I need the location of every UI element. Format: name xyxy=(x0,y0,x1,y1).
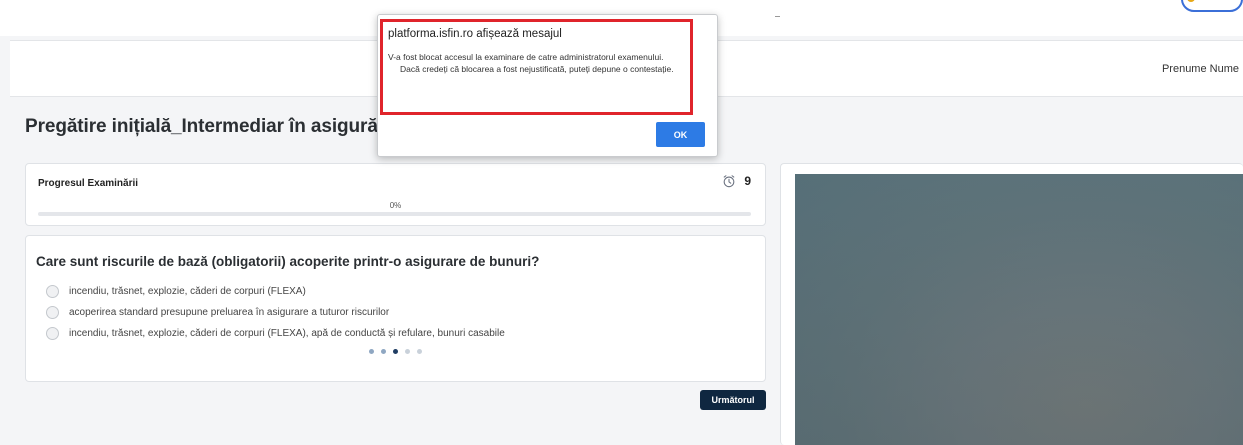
dialog-message-line: V-a fost blocat accesul la examinare de … xyxy=(388,52,664,62)
question-pagination xyxy=(26,349,765,354)
profile-button[interactable] xyxy=(1181,0,1243,12)
alert-dialog: platforma.isfin.ro afișează mesajul V-a … xyxy=(377,14,718,157)
answer-option-label: incendiu, trăsnet, explozie, căderi de c… xyxy=(69,286,306,297)
dialog-message: V-a fost blocat accesul la examinare de … xyxy=(388,52,684,75)
radio-button[interactable] xyxy=(46,306,59,319)
webcam-feed xyxy=(795,174,1243,445)
question-text: Care sunt riscurile de bază (obligatorii… xyxy=(36,254,540,269)
progress-percent: 0% xyxy=(389,201,402,210)
profile-icon xyxy=(1187,0,1195,2)
dialog-message-line: Dacă credeți că blocarea a fost nejustif… xyxy=(400,63,674,74)
answer-options: incendiu, trăsnet, explozie, căderi de c… xyxy=(46,281,505,344)
page-title: Pregătire inițială_Intermediar în asigur… xyxy=(25,116,391,137)
pagination-dot-active[interactable] xyxy=(393,349,398,354)
progress-card: Progresul Examinării 9 0% xyxy=(25,163,766,226)
timer: 9 xyxy=(722,174,751,188)
answer-option-label: incendiu, trăsnet, explozie, căderi de c… xyxy=(69,328,505,339)
dialog-title: platforma.isfin.ro afișează mesajul xyxy=(388,28,562,40)
ok-button[interactable]: OK xyxy=(656,122,705,147)
alarm-clock-icon xyxy=(723,175,735,188)
pagination-dot[interactable] xyxy=(381,349,386,354)
answer-option[interactable]: incendiu, trăsnet, explozie, căderi de c… xyxy=(46,281,505,302)
webcam-panel xyxy=(780,163,1243,445)
pagination-dot[interactable] xyxy=(417,349,422,354)
pagination-dot[interactable] xyxy=(405,349,410,354)
answer-option-label: acoperirea standard presupune preluarea … xyxy=(69,307,390,318)
pagination-dot[interactable] xyxy=(369,349,374,354)
timer-value: 9 xyxy=(744,174,751,188)
radio-button[interactable] xyxy=(46,285,59,298)
next-button[interactable]: Următorul xyxy=(700,390,766,410)
user-name[interactable]: Prenume Nume xyxy=(1162,63,1239,75)
progress-bar xyxy=(38,212,751,216)
answer-option[interactable]: incendiu, trăsnet, explozie, căderi de c… xyxy=(46,323,505,344)
progress-title: Progresul Examinării xyxy=(38,178,139,189)
answer-option[interactable]: acoperirea standard presupune preluarea … xyxy=(46,302,505,323)
question-card: Care sunt riscurile de bază (obligatorii… xyxy=(25,235,766,382)
radio-button[interactable] xyxy=(46,327,59,340)
divider xyxy=(775,16,780,17)
